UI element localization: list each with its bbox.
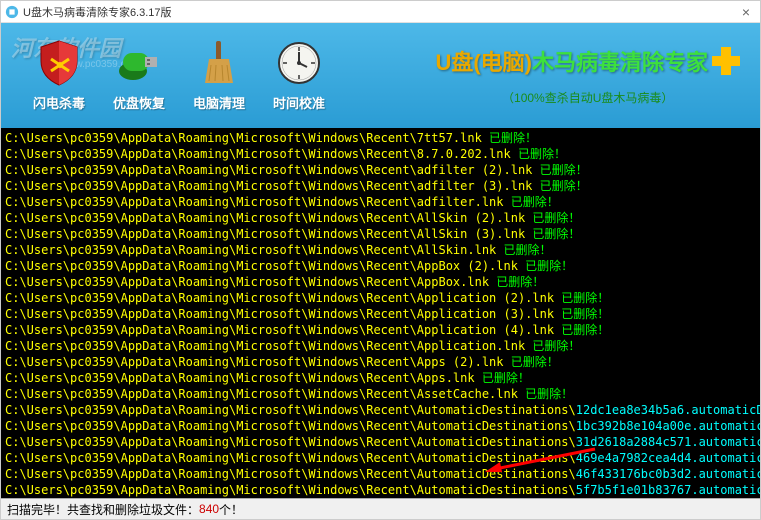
time-label: 时间校准	[273, 93, 325, 112]
clock-icon	[275, 39, 323, 87]
broom-icon	[195, 39, 243, 87]
log-line: C:\Users\pc0359\AppData\Roaming\Microsof…	[5, 290, 756, 306]
log-line: C:\Users\pc0359\AppData\Roaming\Microsof…	[5, 258, 756, 274]
brand-suffix: 木马病毒清除专家	[532, 45, 708, 77]
log-line: C:\Users\pc0359\AppData\Roaming\Microsof…	[5, 482, 756, 498]
shield-icon	[35, 39, 83, 87]
log-line: C:\Users\pc0359\AppData\Roaming\Microsof…	[5, 130, 756, 146]
log-line: C:\Users\pc0359\AppData\Roaming\Microsof…	[5, 402, 756, 418]
app-icon	[5, 5, 19, 19]
log-line: C:\Users\pc0359\AppData\Roaming\Microsof…	[5, 242, 756, 258]
window-title: U盘木马病毒清除专家6.3.17版	[23, 4, 736, 20]
log-line: C:\Users\pc0359\AppData\Roaming\Microsof…	[5, 370, 756, 386]
header-toolbar: 河东软件园 www.pc0359.cn 闪电杀毒 优盘恢复 电脑清理 时间校准	[1, 23, 760, 128]
log-line: C:\Users\pc0359\AppData\Roaming\Microsof…	[5, 194, 756, 210]
log-line: C:\Users\pc0359\AppData\Roaming\Microsof…	[5, 434, 756, 450]
time-button[interactable]: 时间校准	[259, 31, 339, 120]
brand-subtitle: （100%查杀自动U盘木马病毒）	[435, 89, 740, 106]
brand-area: U盘(电脑)木马病毒清除专家 （100%查杀自动U盘木马病毒）	[435, 45, 740, 106]
status-suffix: 个！	[219, 501, 243, 518]
log-line: C:\Users\pc0359\AppData\Roaming\Microsof…	[5, 226, 756, 242]
status-count: 840	[199, 502, 219, 516]
brand-title: U盘(电脑)木马病毒清除专家	[435, 45, 740, 77]
status-prefix: 扫描完毕！共查找和删除垃圾文件：	[7, 501, 199, 518]
log-line: C:\Users\pc0359\AppData\Roaming\Microsof…	[5, 386, 756, 402]
log-line: C:\Users\pc0359\AppData\Roaming\Microsof…	[5, 322, 756, 338]
toolbar: 闪电杀毒 优盘恢复 电脑清理 时间校准	[1, 31, 339, 120]
log-line: C:\Users\pc0359\AppData\Roaming\Microsof…	[5, 178, 756, 194]
log-line: C:\Users\pc0359\AppData\Roaming\Microsof…	[5, 418, 756, 434]
scan-button[interactable]: 闪电杀毒	[19, 31, 99, 120]
recover-label: 优盘恢复	[113, 93, 165, 112]
log-line: C:\Users\pc0359\AppData\Roaming\Microsof…	[5, 146, 756, 162]
brand-prefix: U盘(电脑)	[435, 45, 532, 77]
log-output[interactable]: C:\Users\pc0359\AppData\Roaming\Microsof…	[1, 128, 760, 498]
log-line: C:\Users\pc0359\AppData\Roaming\Microsof…	[5, 466, 756, 482]
plus-icon	[712, 47, 740, 75]
close-icon[interactable]: ×	[736, 4, 756, 20]
log-line: C:\Users\pc0359\AppData\Roaming\Microsof…	[5, 306, 756, 322]
titlebar: U盘木马病毒清除专家6.3.17版 ×	[1, 1, 760, 23]
log-line: C:\Users\pc0359\AppData\Roaming\Microsof…	[5, 338, 756, 354]
log-line: C:\Users\pc0359\AppData\Roaming\Microsof…	[5, 274, 756, 290]
log-line: C:\Users\pc0359\AppData\Roaming\Microsof…	[5, 162, 756, 178]
clean-button[interactable]: 电脑清理	[179, 31, 259, 120]
log-line: C:\Users\pc0359\AppData\Roaming\Microsof…	[5, 354, 756, 370]
recover-button[interactable]: 优盘恢复	[99, 31, 179, 120]
status-bar: 扫描完毕！共查找和删除垃圾文件：840个！	[1, 498, 760, 519]
usb-icon	[115, 39, 163, 87]
log-line: C:\Users\pc0359\AppData\Roaming\Microsof…	[5, 210, 756, 226]
scan-label: 闪电杀毒	[33, 93, 85, 112]
log-line: C:\Users\pc0359\AppData\Roaming\Microsof…	[5, 450, 756, 466]
clean-label: 电脑清理	[193, 93, 245, 112]
